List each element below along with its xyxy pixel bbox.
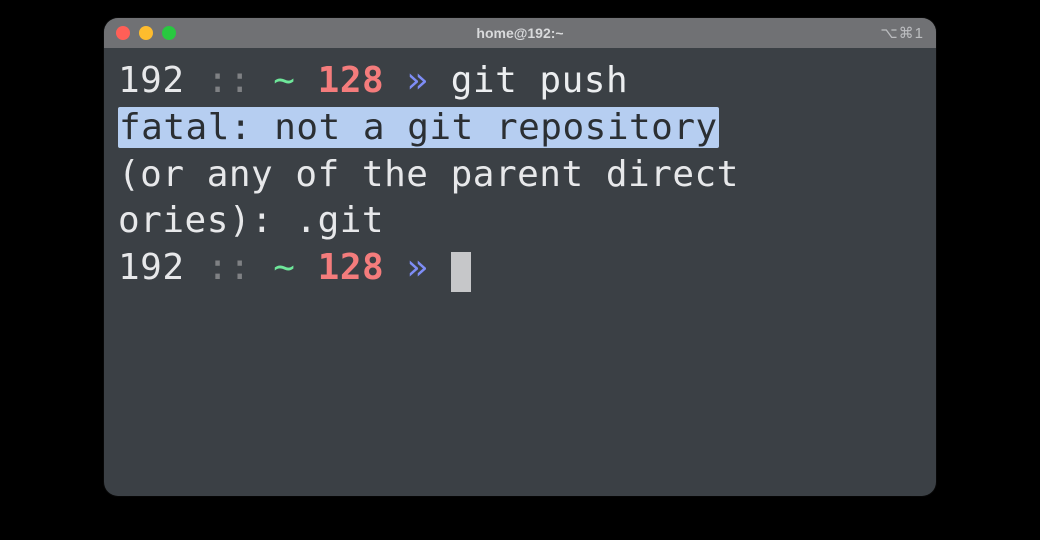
error-continuation: (or any of the parent direct: [118, 154, 739, 195]
prompt-separator: ::: [207, 247, 251, 288]
prompt-cwd: ~: [273, 60, 295, 101]
error-continuation: ories): .git: [118, 200, 384, 241]
titlebar[interactable]: home@192:~ ⌥⌘1: [104, 18, 936, 48]
prompt-arrow: »: [406, 247, 428, 288]
window-title: home@192:~: [104, 25, 936, 41]
prompt-host: 192: [118, 60, 185, 101]
zoom-icon[interactable]: [162, 26, 176, 40]
close-icon[interactable]: [116, 26, 130, 40]
prompt-status: 128: [318, 60, 385, 101]
traffic-lights: [116, 26, 176, 40]
prompt-separator: ::: [207, 60, 251, 101]
prompt-status: 128: [318, 247, 385, 288]
terminal-body[interactable]: 192 :: ~ 128 » git push fatal: not a git…: [104, 48, 936, 496]
minimize-icon[interactable]: [139, 26, 153, 40]
prompt-cwd: ~: [273, 247, 295, 288]
cursor-block: [451, 252, 471, 292]
prompt-host: 192: [118, 247, 185, 288]
entered-command: git push: [451, 60, 628, 101]
terminal-window: home@192:~ ⌥⌘1 192 :: ~ 128 » git push f…: [104, 18, 936, 496]
prompt-arrow: »: [406, 60, 428, 101]
error-highlight[interactable]: fatal: not a git repository: [118, 107, 719, 148]
shortcut-hint: ⌥⌘1: [880, 24, 924, 42]
